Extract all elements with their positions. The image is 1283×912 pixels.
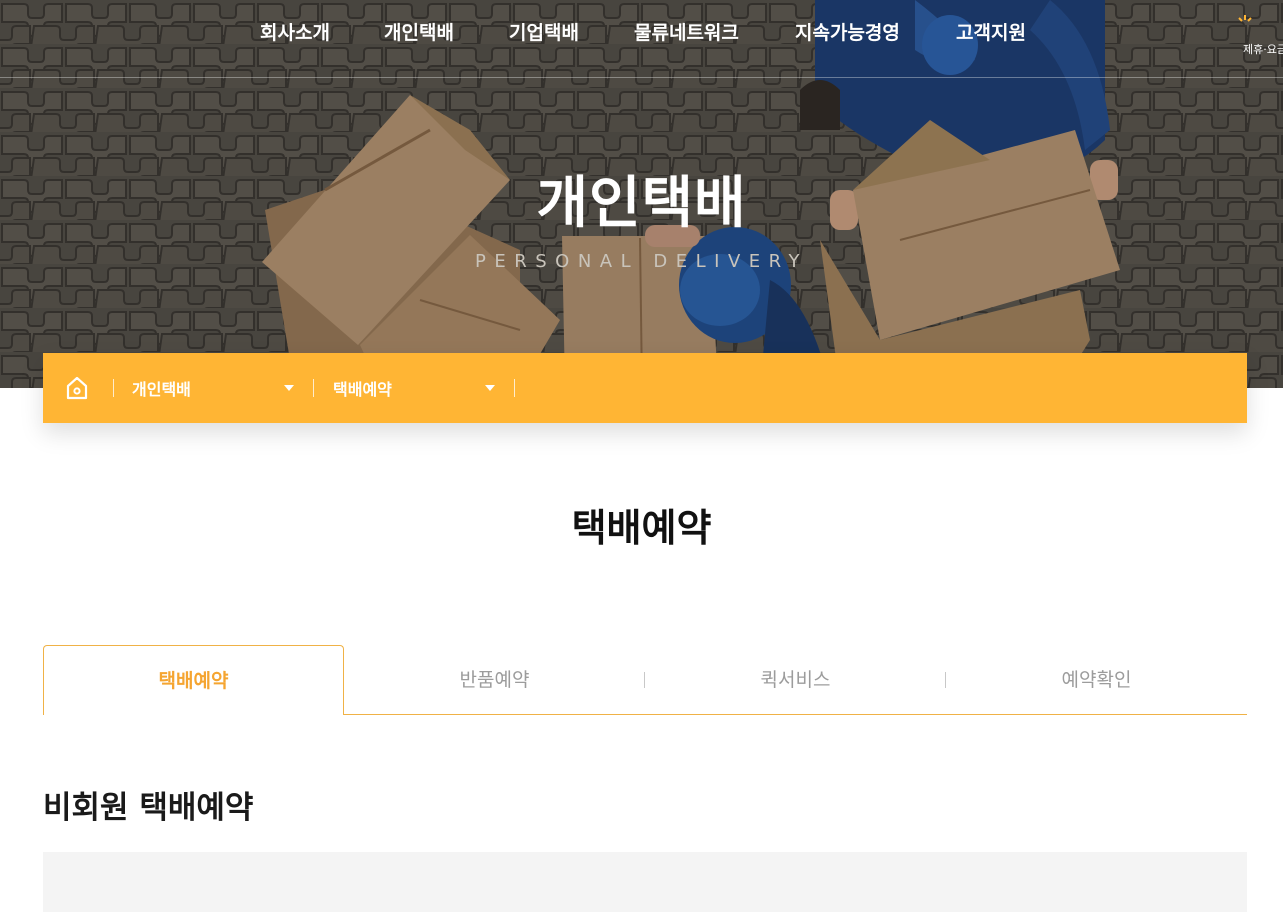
tab-quick-service[interactable]: 퀵서비스 <box>645 645 946 715</box>
hero-banner: 회사소개 개인택배 기업택배 물류네트워크 지속가능경영 고객지원 제휴·요금 … <box>0 0 1283 388</box>
location-depth1-label: 개인택배 <box>132 380 191 399</box>
hero-title: 개인택배 <box>536 171 747 236</box>
nav-item-personal-delivery[interactable]: 개인택배 <box>384 18 454 46</box>
location-bar: 개인택배 택배예약 <box>43 353 1247 423</box>
page-title: 택배예약 <box>571 506 712 550</box>
nav-item-sustainability[interactable]: 지속가능경영 <box>795 18 900 46</box>
sparkle-icon <box>1238 15 1252 22</box>
nav-item-corporate-delivery[interactable]: 기업택배 <box>509 18 579 46</box>
hero-subtitle: PERSONAL DELIVERY <box>475 251 808 272</box>
section-title: 비회원 택배예약 <box>43 790 254 826</box>
partnership-link[interactable]: 제휴·요금 <box>1238 14 1283 58</box>
reservation-form-panel <box>43 852 1247 912</box>
reservation-tabs: 택배예약 반품예약 퀵서비스 예약확인 <box>43 645 1247 715</box>
nav-item-company[interactable]: 회사소개 <box>260 18 330 46</box>
location-divider <box>313 379 314 397</box>
global-nav: 회사소개 개인택배 기업택배 물류네트워크 지속가능경영 고객지원 제휴·요금 <box>0 0 1283 78</box>
location-divider <box>514 379 515 397</box>
location-divider <box>113 379 114 397</box>
tab-reservation-check[interactable]: 예약확인 <box>946 645 1247 715</box>
home-icon[interactable] <box>65 375 89 401</box>
caret-down-icon <box>485 385 495 391</box>
tab-delivery-reservation[interactable]: 택배예약 <box>43 645 344 715</box>
location-depth2-dropdown[interactable]: 택배예약 <box>333 353 503 423</box>
tab-return-reservation[interactable]: 반품예약 <box>344 645 645 715</box>
nav-item-customer-support[interactable]: 고객지원 <box>956 18 1026 46</box>
location-depth2-label: 택배예약 <box>333 380 392 399</box>
caret-down-icon <box>284 385 294 391</box>
nav-item-logistics-network[interactable]: 물류네트워크 <box>634 18 739 46</box>
partnership-link-label: 제휴·요금 <box>1243 43 1283 56</box>
location-depth1-dropdown[interactable]: 개인택배 <box>132 353 302 423</box>
